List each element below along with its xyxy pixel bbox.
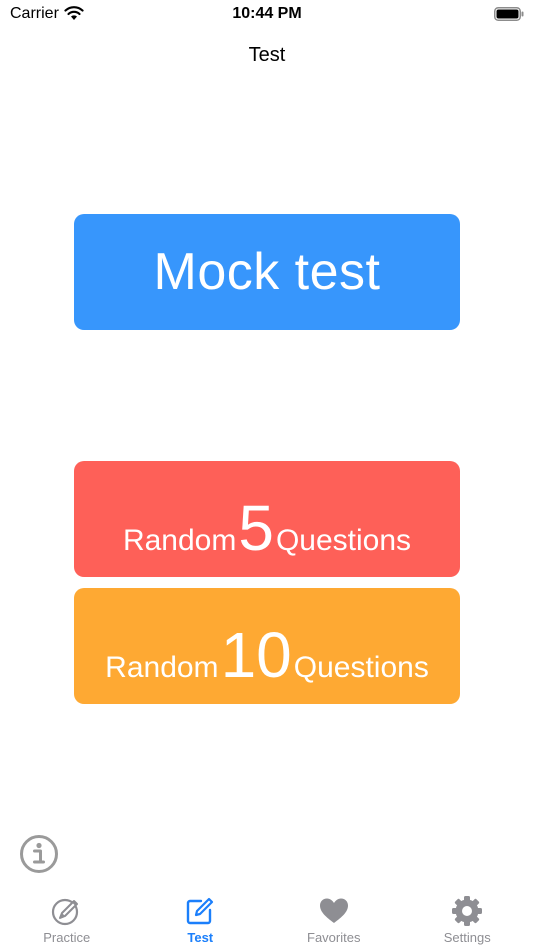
tab-practice-label: Practice: [43, 930, 91, 945]
tab-favorites-label: Favorites: [307, 930, 361, 945]
random-10-label: Random 10 Questions: [105, 605, 429, 687]
random-5-suffix: Questions: [275, 524, 412, 557]
tab-test[interactable]: Test: [134, 882, 268, 950]
screen: Carrier 10:44 PM Test Mock test Random 5…: [0, 0, 534, 950]
test-icon: [187, 897, 214, 925]
status-bar: Carrier 10:44 PM: [0, 0, 534, 30]
practice-icon: [51, 898, 78, 926]
page-title: Test: [248, 44, 286, 66]
random-10-suffix: Questions: [293, 651, 429, 684]
tab-practice[interactable]: Practice: [0, 882, 134, 950]
mock-test-label: Mock test: [153, 243, 381, 301]
tab-bar: Practice Test Favorites Settings: [0, 882, 534, 950]
tab-settings[interactable]: Settings: [401, 882, 534, 950]
tab-settings-label: Settings: [443, 930, 491, 945]
mock-test-button[interactable]: Mock test: [74, 214, 460, 330]
random-5-questions-button[interactable]: Random 5 Questions: [74, 461, 460, 577]
random-5-prefix: Random: [122, 524, 237, 557]
battery-icon: [494, 7, 524, 21]
random-5-label: Random 5 Questions: [123, 478, 411, 560]
random-5-number: 5: [238, 492, 274, 564]
tab-favorites[interactable]: Favorites: [267, 882, 401, 950]
random-10-prefix: Random: [105, 651, 219, 684]
clock: 10:44 PM: [232, 5, 302, 22]
tab-test-label: Test: [187, 930, 214, 945]
random-10-number: 10: [220, 619, 292, 691]
heart-icon: [319, 898, 348, 923]
random-10-questions-button[interactable]: Random 10 Questions: [74, 588, 460, 704]
info-icon[interactable]: [19, 834, 59, 874]
gear-icon: [452, 896, 483, 926]
